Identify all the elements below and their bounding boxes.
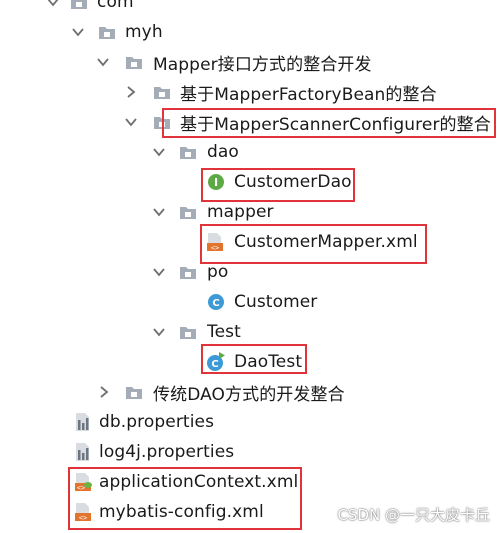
- package-folder-icon: [152, 107, 172, 137]
- tree-node-factory-bean[interactable]: 基于MapperFactoryBean的整合: [0, 77, 504, 107]
- xml-file-icon: <>: [205, 227, 225, 257]
- chevron-down-icon[interactable]: [152, 197, 166, 227]
- tree-node-label: Mapper接口方式的整合开发: [153, 54, 372, 75]
- svg-text:<>: <>: [77, 484, 85, 492]
- tree-node-label: myh: [125, 22, 163, 42]
- tree-node-application-context[interactable]: <> applicationContext.xml: [0, 467, 504, 497]
- tree-node-myh[interactable]: myh: [0, 17, 504, 47]
- watermark: CSDN @一只大皮卡丘: [337, 505, 490, 524]
- interface-icon: I: [206, 167, 226, 197]
- package-folder-icon: [69, 0, 89, 17]
- tree-node-label: 传统DAO方式的开发整合: [153, 384, 345, 405]
- tree-node-customer[interactable]: C Customer: [0, 287, 504, 317]
- tree-node-label: CustomerMapper.xml: [234, 232, 418, 252]
- package-folder-icon: [124, 47, 144, 77]
- chevron-down-icon[interactable]: [96, 47, 110, 77]
- svg-text:C: C: [212, 298, 219, 309]
- package-folder-icon: [152, 77, 172, 107]
- tree-node-label: 基于MapperScannerConfigurer的整合: [180, 114, 491, 135]
- properties-file-icon: [73, 437, 93, 467]
- tree-node-label: Customer: [234, 292, 318, 312]
- tree-node-label: DaoTest: [234, 352, 303, 372]
- xml-file-icon: <>: [73, 497, 93, 527]
- tree-node-label: mybatis-config.xml: [99, 502, 264, 522]
- package-folder-icon: [178, 317, 198, 347]
- tree-node-label: log4j.properties: [99, 442, 235, 462]
- properties-file-icon: [73, 407, 93, 437]
- chevron-down-icon[interactable]: [152, 257, 166, 287]
- tree-node-po[interactable]: po: [0, 257, 504, 287]
- tree-node-label: Test: [207, 322, 241, 342]
- chevron-down-icon[interactable]: [152, 137, 166, 167]
- tree-node-com[interactable]: com: [0, 0, 504, 17]
- tree-node-db-properties[interactable]: db.properties: [0, 407, 504, 437]
- tree-node-label: 基于MapperFactoryBean的整合: [180, 84, 437, 105]
- tree-node-mapper-integration[interactable]: Mapper接口方式的整合开发: [0, 47, 504, 77]
- tree-node-label: po: [207, 262, 229, 282]
- chevron-down-icon[interactable]: [71, 17, 85, 47]
- chevron-down-icon[interactable]: [124, 107, 138, 137]
- tree-node-label: dao: [207, 142, 239, 162]
- package-folder-icon: [178, 137, 198, 167]
- chevron-right-icon[interactable]: [124, 77, 138, 107]
- svg-text:I: I: [214, 176, 218, 189]
- tree-node-label: com: [97, 0, 134, 12]
- svg-text:<>: <>: [211, 244, 219, 252]
- svg-text:<>: <>: [79, 514, 87, 522]
- chevron-down-icon[interactable]: [152, 317, 166, 347]
- package-folder-icon: [178, 257, 198, 287]
- svg-text:C: C: [211, 359, 218, 370]
- tree-node-label: db.properties: [99, 412, 215, 432]
- tree-node-customer-mapper-xml[interactable]: <> CustomerMapper.xml: [0, 227, 504, 257]
- package-folder-icon: [124, 377, 144, 407]
- chevron-down-icon[interactable]: [46, 0, 60, 17]
- project-tree: com myh Mapper接口方式的整合开发 基于MapperFactoryB…: [0, 0, 504, 533]
- tree-node-dao-test[interactable]: C DaoTest: [0, 347, 504, 377]
- tree-node-scanner-configurer[interactable]: 基于MapperScannerConfigurer的整合: [0, 107, 504, 137]
- tree-node-mapper[interactable]: mapper: [0, 197, 504, 227]
- tree-node-test[interactable]: Test: [0, 317, 504, 347]
- tree-node-label: CustomerDao: [234, 172, 352, 192]
- tree-node-label: applicationContext.xml: [99, 472, 299, 492]
- tree-node-log4j-properties[interactable]: log4j.properties: [0, 437, 504, 467]
- package-folder-icon: [97, 17, 117, 47]
- package-folder-icon: [178, 197, 198, 227]
- tree-node-customer-dao[interactable]: I CustomerDao: [0, 167, 504, 197]
- runnable-class-icon: C: [206, 347, 226, 377]
- spring-xml-file-icon: <>: [73, 467, 93, 497]
- chevron-right-icon[interactable]: [97, 377, 111, 407]
- tree-node-traditional-dao[interactable]: 传统DAO方式的开发整合: [0, 377, 504, 407]
- tree-node-label: mapper: [207, 202, 274, 222]
- class-icon: C: [206, 287, 226, 317]
- tree-node-dao[interactable]: dao: [0, 137, 504, 167]
